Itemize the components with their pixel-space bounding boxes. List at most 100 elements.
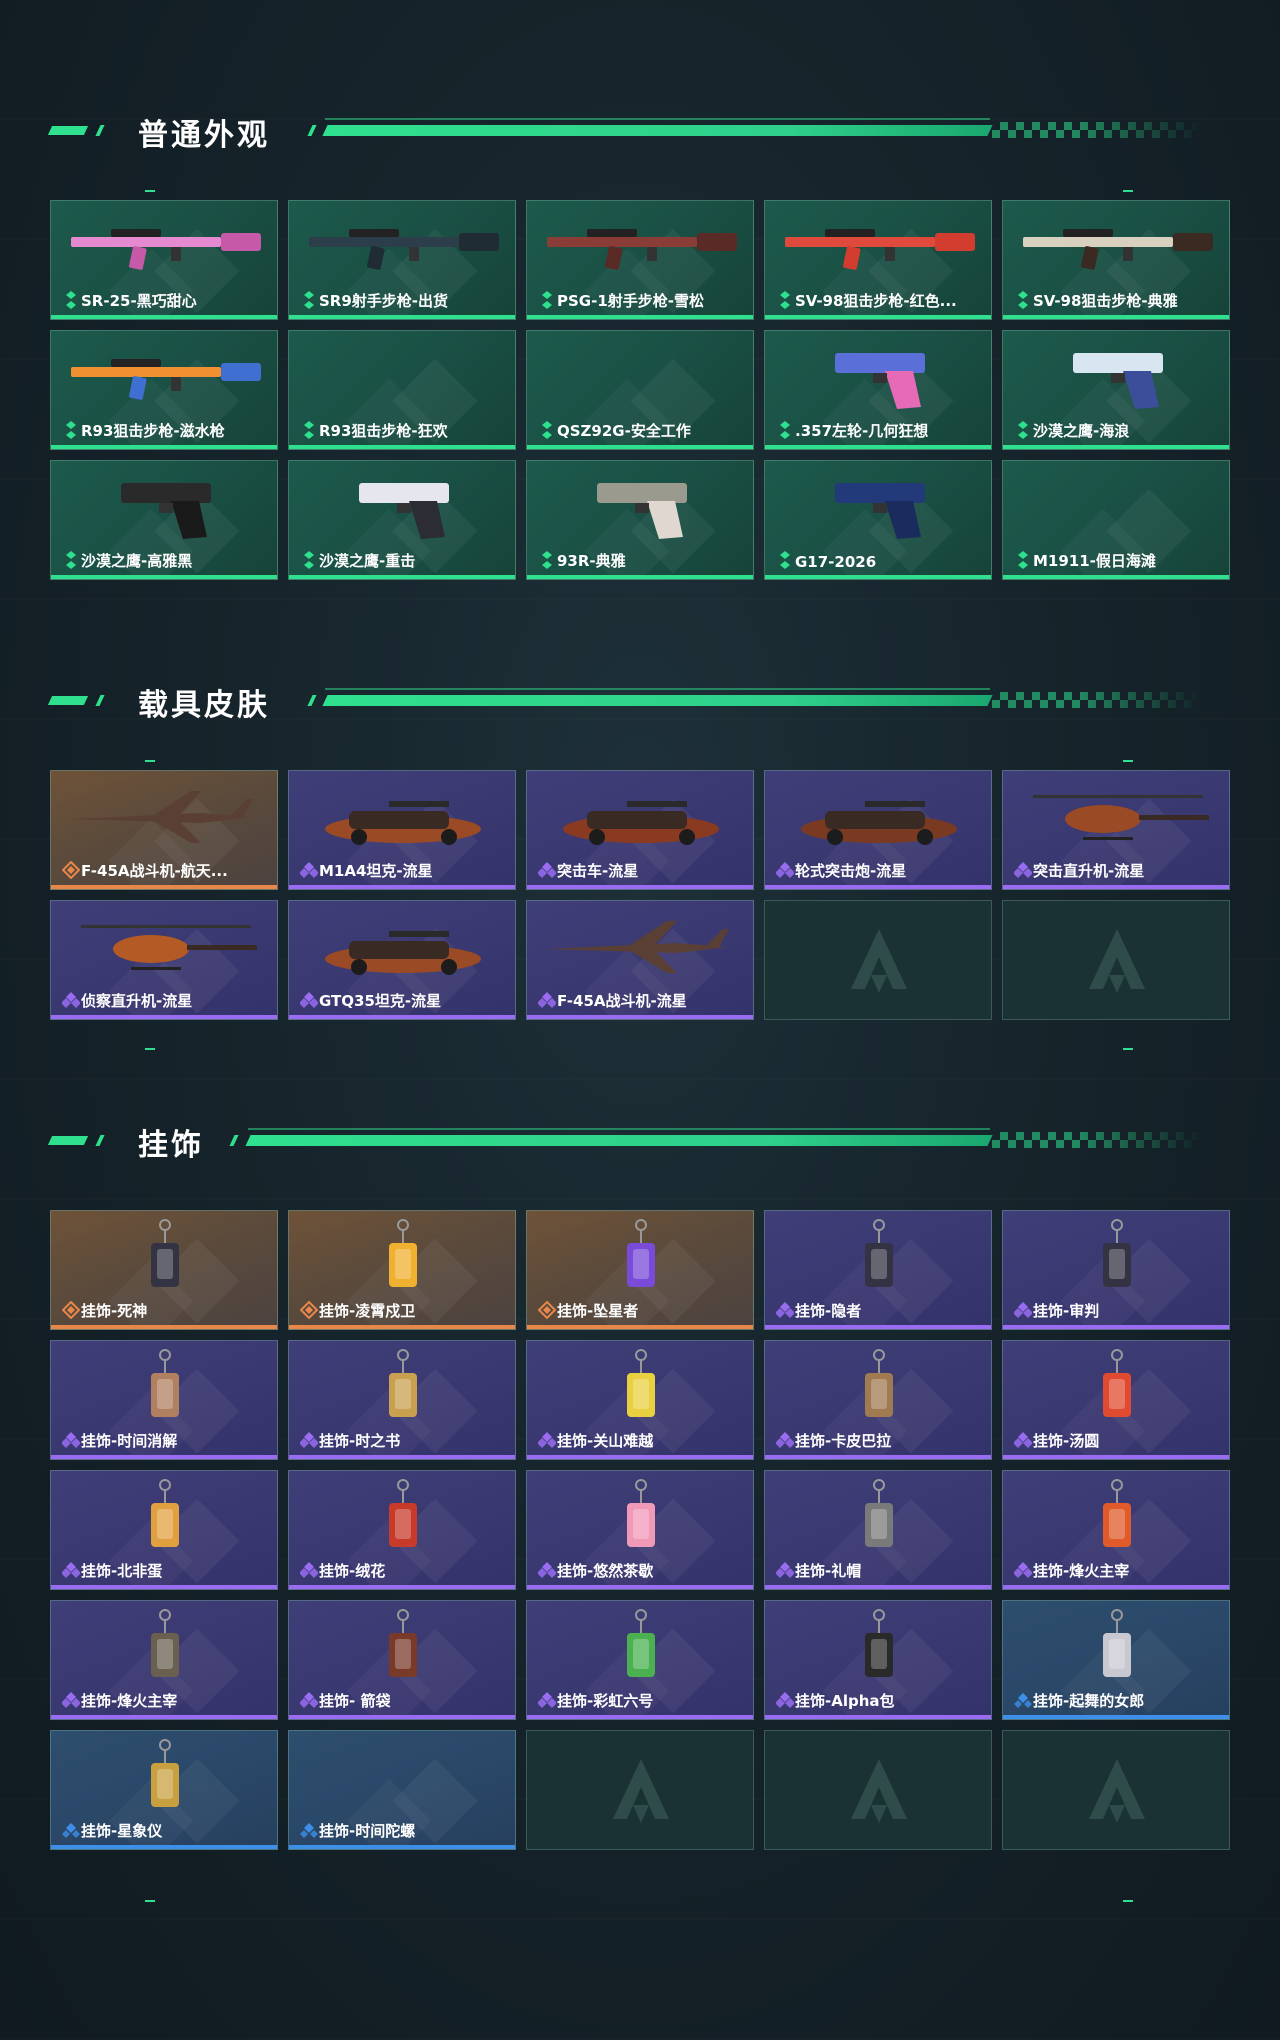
charm-six-icon	[527, 1607, 753, 1685]
rarity-bar	[51, 1015, 277, 1019]
item-card[interactable]: 挂饰-Alpha包	[764, 1600, 992, 1720]
charm-tube-icon	[527, 1347, 753, 1425]
item-card[interactable]: .357左轮-几何狂想	[764, 330, 992, 450]
rarity-bar	[289, 575, 515, 579]
rarity-bar	[289, 1585, 515, 1589]
item-card[interactable]: 挂饰-死神	[50, 1210, 278, 1330]
item-label: 挂饰-审判	[1033, 1302, 1100, 1320]
item-card[interactable]: 挂饰-烽火主宰	[1002, 1470, 1230, 1590]
item-card[interactable]: 挂饰-关山难越	[526, 1340, 754, 1460]
item-card[interactable]: 挂饰- 箭袋	[288, 1600, 516, 1720]
rarity-icon	[299, 1431, 319, 1449]
item-card[interactable]: 侦察直升机-流星	[50, 900, 278, 1020]
rarity-bar	[1003, 1585, 1229, 1589]
sniper-toy-icon	[51, 337, 277, 415]
empty-slot	[1002, 1730, 1230, 1850]
attack-helicopter-icon	[1003, 777, 1229, 855]
item-card[interactable]: 挂饰-坠星者	[526, 1210, 754, 1330]
corner-tick	[145, 190, 155, 192]
charm-pyramid-icon	[51, 1607, 277, 1685]
rarity-bar	[765, 445, 991, 449]
item-card[interactable]: 挂饰-汤圆	[1002, 1340, 1230, 1460]
corner-tick	[1123, 1900, 1133, 1902]
item-label: 轮式突击炮-流星	[795, 862, 907, 880]
rarity-icon	[61, 1431, 81, 1449]
item-card[interactable]: 沙漠之鹰-高雅黑	[50, 460, 278, 580]
item-card[interactable]: F-45A战斗机-航天...	[50, 770, 278, 890]
wheeled-gun-icon	[765, 777, 991, 855]
rarity-icon	[1013, 1431, 1033, 1449]
item-card[interactable]: 挂饰-烽火主宰	[50, 1600, 278, 1720]
item-label: 挂饰-彩虹六号	[557, 1692, 654, 1710]
header-line	[322, 695, 993, 706]
item-label: 挂饰-坠星者	[557, 1302, 639, 1320]
rarity-icon	[1017, 291, 1029, 309]
item-card[interactable]: 挂饰-悠然茶歇	[526, 1470, 754, 1590]
section-header: 普通外观	[0, 100, 1280, 160]
item-card[interactable]: R93狙击步枪-滋水枪	[50, 330, 278, 450]
rarity-bar	[289, 1845, 515, 1849]
jet-icon	[51, 777, 277, 855]
rarity-icon	[303, 291, 315, 309]
item-label: G17-2026	[795, 553, 877, 571]
item-card[interactable]: 沙漠之鹰-重击	[288, 460, 516, 580]
rarity-icon	[1013, 1561, 1033, 1579]
item-card[interactable]: GTQ35坦克-流星	[288, 900, 516, 1020]
section-vehicles: 载具皮肤 F-45A战斗机-航天... M1A4坦克-流星 突击车-流星 轮式突…	[0, 670, 1280, 1050]
item-card[interactable]: 挂饰-起舞的女郎	[1002, 1600, 1230, 1720]
rarity-icon	[779, 421, 791, 439]
item-label: M1911-假日海滩	[1033, 552, 1156, 570]
item-card[interactable]: 挂饰-北非蛋	[50, 1470, 278, 1590]
item-card[interactable]: 挂饰-礼帽	[764, 1470, 992, 1590]
item-card[interactable]: 挂饰-卡皮巴拉	[764, 1340, 992, 1460]
item-card[interactable]: 轮式突击炮-流星	[764, 770, 992, 890]
item-card[interactable]: 挂饰-审判	[1002, 1210, 1230, 1330]
item-card[interactable]: SV-98狙击步枪-典雅	[1002, 200, 1230, 320]
item-card[interactable]: 93R-典雅	[526, 460, 754, 580]
item-card[interactable]: 挂饰-时间陀螺	[288, 1730, 516, 1850]
item-card[interactable]: M1911-假日海滩	[1002, 460, 1230, 580]
item-card[interactable]: 挂饰-绒花	[288, 1470, 516, 1590]
item-card[interactable]: F-45A战斗机-流星	[526, 900, 754, 1020]
sniper-white-icon	[1003, 207, 1229, 285]
item-card[interactable]: 挂饰-时之书	[288, 1340, 516, 1460]
assault-vehicle-icon	[527, 777, 753, 855]
item-card[interactable]: 挂饰-隐者	[764, 1210, 992, 1330]
item-card[interactable]: R93狙击步枪-狂欢	[288, 330, 516, 450]
rarity-bar	[1003, 445, 1229, 449]
header-checker-pattern	[992, 1132, 1202, 1148]
item-card[interactable]: 挂饰-时间消解	[50, 1340, 278, 1460]
rarity-icon	[61, 1300, 81, 1320]
charm-quiver-icon	[289, 1607, 515, 1685]
charm-book-icon	[289, 1347, 515, 1425]
charm-flower-icon	[289, 1477, 515, 1555]
item-label: 挂饰-卡皮巴拉	[795, 1432, 892, 1450]
item-card[interactable]: 突击车-流星	[526, 770, 754, 890]
rarity-icon	[303, 421, 315, 439]
item-card[interactable]: 挂饰-彩虹六号	[526, 1600, 754, 1720]
item-label: 挂饰- 箭袋	[319, 1692, 391, 1710]
item-label: 挂饰-时间陀螺	[319, 1822, 416, 1840]
item-card[interactable]: SV-98狙击步枪-红色...	[764, 200, 992, 320]
rarity-bar	[765, 1325, 991, 1329]
item-card[interactable]: 挂饰-凌霄戍卫	[288, 1210, 516, 1330]
item-card[interactable]: 沙漠之鹰-海浪	[1002, 330, 1230, 450]
rarity-bar	[1003, 1325, 1229, 1329]
pistol-white-icon	[289, 467, 515, 545]
item-card[interactable]: SR9射手步枪-出货	[288, 200, 516, 320]
rarity-icon	[65, 291, 77, 309]
item-card[interactable]: 突击直升机-流星	[1002, 770, 1230, 890]
item-card[interactable]: 挂饰-星象仪	[50, 1730, 278, 1850]
tank-icon	[289, 907, 515, 985]
item-card[interactable]: G17-2026	[764, 460, 992, 580]
item-card[interactable]: PSG-1射手步枪-雪松	[526, 200, 754, 320]
item-card[interactable]: QSZ92G-安全工作	[526, 330, 754, 450]
rarity-bar	[765, 1585, 991, 1589]
rarity-bar	[289, 885, 515, 889]
rarity-bar	[51, 885, 277, 889]
item-card[interactable]: SR-25-黑巧甜心	[50, 200, 278, 320]
item-card[interactable]: M1A4坦克-流星	[288, 770, 516, 890]
rarity-bar	[765, 575, 991, 579]
rarity-bar	[527, 575, 753, 579]
corner-tick	[145, 1900, 155, 1902]
